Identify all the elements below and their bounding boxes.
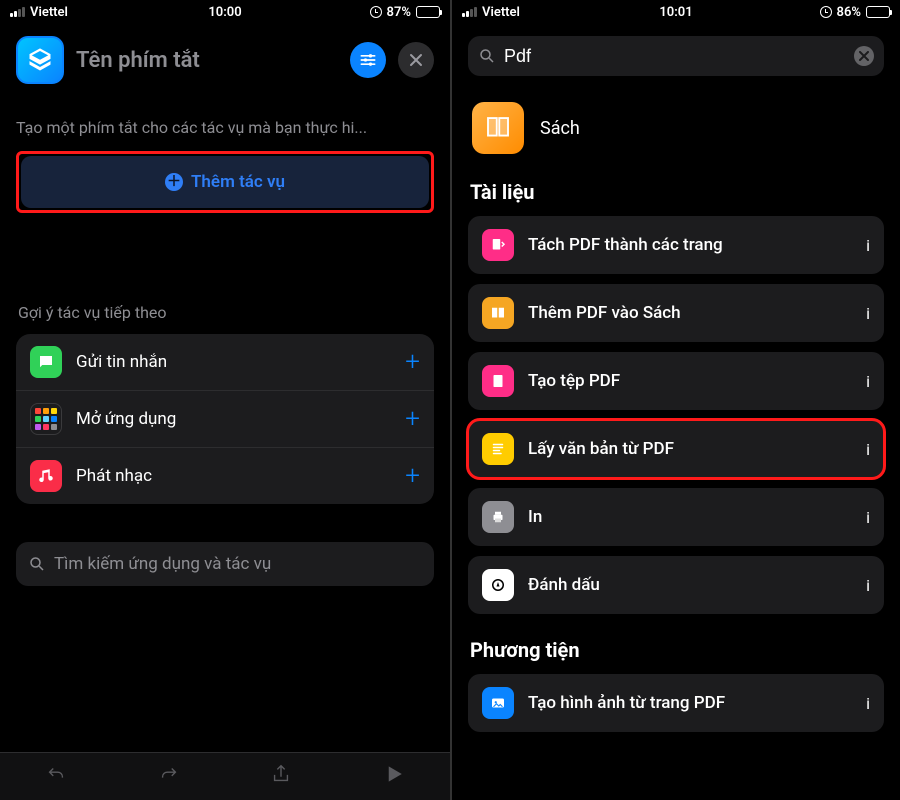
action-row[interactable]: In i [468,488,884,546]
battery-icon [866,6,890,18]
phone-right: Viettel 10:01 86% Sách Tài liệu Tách PDF… [450,0,900,800]
search-field[interactable]: Tìm kiếm ứng dụng và tác vụ [16,542,434,586]
suggestion-row[interactable]: Gửi tin nhắn + [16,334,434,391]
suggestion-row[interactable]: Mở ứng dụng + [16,391,434,448]
info-button[interactable]: i [866,694,870,713]
books-app-icon [472,102,524,154]
action-row[interactable]: Tạo hình ảnh từ trang PDF i [468,674,884,732]
phone-left: Viettel 10:00 87% Tên phím tắt Tạo một p… [0,0,450,800]
action-label: Tạo hình ảnh từ trang PDF [528,693,852,713]
search-icon [478,47,496,65]
search-placeholder: Tìm kiếm ứng dụng và tác vụ [54,554,271,574]
alarm-icon [820,6,832,18]
close-button[interactable] [398,42,434,78]
share-button[interactable] [270,763,292,790]
suggestion-row[interactable]: Phát nhạc + [16,448,434,504]
clock: 10:01 [659,5,692,20]
clear-search-button[interactable] [854,46,874,66]
suggestion-label: Gửi tin nhắn [76,352,391,372]
image-from-pdf-icon [482,687,514,719]
add-action-label: Thêm tác vụ [191,172,285,192]
action-row[interactable]: Tạo tệp PDF i [468,352,884,410]
add-icon[interactable]: + [405,404,420,434]
app-result-label: Sách [540,118,580,139]
close-icon [409,53,423,67]
info-button[interactable]: i [866,576,870,595]
carrier-label: Viettel [482,5,520,20]
status-bar: Viettel 10:01 86% [452,0,900,22]
info-button[interactable]: i [866,372,870,391]
intro-text: Tạo một phím tắt cho các tác vụ mà bạn t… [16,118,434,137]
extract-text-icon [482,433,514,465]
music-icon [30,460,62,492]
action-label: Đánh dấu [528,575,852,595]
signal-icon [462,7,477,17]
messages-icon [30,346,62,378]
info-button[interactable]: i [866,440,870,459]
action-row[interactable]: Đánh dấu i [468,556,884,614]
action-label: Thêm PDF vào Sách [528,303,852,323]
undo-button[interactable] [45,763,67,790]
info-button[interactable]: i [866,508,870,527]
suggestions-title: Gợi ý tác vụ tiếp theo [18,303,434,322]
section-documents: Tài liệu [470,180,884,204]
battery-icon [416,6,440,18]
add-icon[interactable]: + [405,347,420,377]
battery-pct: 86% [837,5,861,20]
apps-icon [30,403,62,435]
play-button[interactable] [383,763,405,790]
action-row[interactable]: Tách PDF thành các trang i [468,216,884,274]
clock: 10:00 [208,5,241,20]
shortcut-title[interactable]: Tên phím tắt [76,48,338,73]
signal-icon [10,7,25,17]
search-icon [28,555,46,573]
redo-button[interactable] [158,763,180,790]
alarm-icon [370,6,382,18]
section-media: Phương tiện [470,638,884,662]
suggestion-label: Mở ứng dụng [76,409,391,429]
header: Tên phím tắt [0,22,450,94]
books-icon [482,297,514,329]
app-result-row[interactable]: Sách [472,102,884,154]
plus-icon: ＋ [165,173,183,191]
search-bar[interactable] [468,36,884,76]
info-button[interactable]: i [866,304,870,323]
toolbar [0,752,450,800]
shortcut-icon[interactable] [16,36,64,84]
markup-icon [482,569,514,601]
settings-button[interactable] [350,42,386,78]
split-pdf-icon [482,229,514,261]
suggestion-label: Phát nhạc [76,466,391,486]
action-label: Tạo tệp PDF [528,371,852,391]
print-icon [482,501,514,533]
action-row[interactable]: Thêm PDF vào Sách i [468,284,884,342]
create-pdf-icon [482,365,514,397]
action-label: Lấy văn bản từ PDF [528,439,852,459]
status-bar: Viettel 10:00 87% [0,0,450,22]
add-action-button[interactable]: ＋ Thêm tác vụ [21,156,429,208]
suggestions-list: Gửi tin nhắn + Mở ứng dụng + Phá [16,334,434,504]
battery-pct: 87% [387,5,411,20]
carrier-label: Viettel [30,5,68,20]
action-row-highlighted[interactable]: Lấy văn bản từ PDF i [468,420,884,478]
search-input[interactable] [504,46,846,67]
close-icon [859,51,869,61]
action-label: Tách PDF thành các trang [528,235,852,255]
add-action-highlight: ＋ Thêm tác vụ [16,151,434,213]
action-label: In [528,507,852,527]
info-button[interactable]: i [866,236,870,255]
add-icon[interactable]: + [405,461,420,491]
